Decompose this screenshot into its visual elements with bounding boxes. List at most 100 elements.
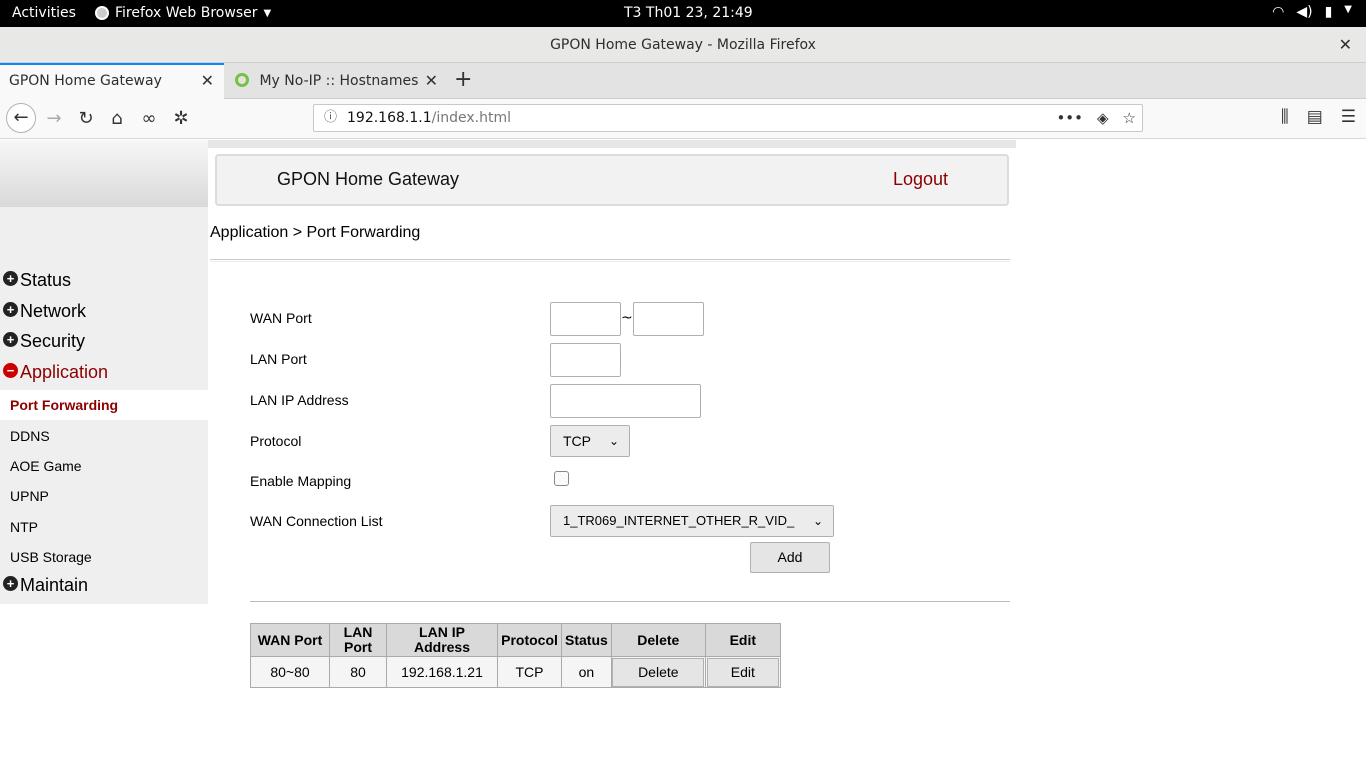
reload-icon[interactable]: ↻ [72, 105, 100, 133]
noip-favicon-icon [235, 73, 249, 87]
add-button[interactable]: Add [750, 542, 830, 573]
sidebar-group-status[interactable]: + Status [0, 270, 71, 291]
clock[interactable]: T3 Th01 23, 21:49 [624, 5, 753, 21]
column-header-protocol: Protocol [497, 623, 562, 657]
plus-icon: + [3, 271, 18, 286]
sidebar-header [0, 140, 208, 207]
protocol-label: Protocol [250, 433, 302, 449]
system-top-bar: Activities Firefox Web Browser ▼ T3 Th01… [0, 0, 1366, 27]
enable-mapping-checkbox[interactable] [554, 471, 569, 486]
sidebar-group-maintain[interactable]: + Maintain [0, 575, 88, 596]
tab-bar: GPON Home Gateway ✕ My No-IP :: Hostname… [0, 63, 1366, 99]
volume-icon: ◀) [1296, 4, 1313, 20]
page-header: GPON Home Gateway Logout [208, 140, 1016, 213]
web-page: + Status + Network + Security − Application … [0, 140, 1366, 768]
table-row: 80~80 80 192.168.1.21 TCP on Delete Edit [250, 656, 781, 688]
port-forwarding-table: WAN Port LAN Port LAN IP Address Protoco… [250, 623, 781, 688]
app-menu-label: Firefox Web Browser [115, 5, 258, 21]
home-icon[interactable]: ⌂ [103, 105, 131, 133]
close-tab-icon[interactable]: ✕ [425, 63, 438, 99]
sidebar-group-security[interactable]: + Security [0, 331, 85, 352]
divider [250, 601, 1010, 602]
cell-lan-port: 80 [329, 656, 387, 688]
sidebar-toggle-icon[interactable]: ▤ [1307, 107, 1323, 127]
page-title: GPON Home Gateway [277, 169, 460, 189]
divider [210, 259, 1010, 262]
sidebar-item-ddns[interactable]: DDNS [0, 421, 208, 451]
column-header-lan-port-text: LAN Port [343, 624, 373, 655]
window-title: GPON Home Gateway - Mozilla Firefox [550, 37, 816, 53]
lan-port-label: LAN Port [250, 351, 307, 367]
cell-edit: Edit [704, 656, 781, 688]
system-tray[interactable]: ◠ ◀) ▮ ▼ [1272, 4, 1352, 20]
wan-connection-select[interactable]: 1_TR069_INTERNET_OTHER_R_VID_ ⌄ [550, 505, 834, 537]
private-mask-icon[interactable]: ∞ [135, 105, 163, 133]
url-path: /index.html [431, 110, 511, 126]
tab-label: GPON Home Gateway [9, 73, 162, 89]
header-panel: GPON Home Gateway Logout [215, 154, 1009, 206]
delete-button[interactable]: Delete [612, 657, 705, 687]
plus-icon: + [3, 302, 18, 317]
battery-icon: ▮ [1324, 4, 1333, 20]
wan-port-end-input[interactable] [633, 302, 704, 336]
tab-gpon-home-gateway[interactable]: GPON Home Gateway ✕ [0, 63, 224, 99]
chevron-down-icon: ⌄ [812, 514, 823, 528]
cell-delete: Delete [610, 656, 706, 688]
caret-down-icon: ▼ [263, 7, 272, 19]
column-header-lan-ip: LAN IP Address [386, 623, 498, 657]
minus-icon: − [3, 363, 18, 378]
close-tab-icon[interactable]: ✕ [201, 65, 214, 97]
cell-lan-ip: 192.168.1.21 [386, 656, 498, 688]
wifi-icon: ◠ [1272, 4, 1285, 20]
protocol-select-value: TCP [563, 433, 591, 449]
lan-ip-input[interactable] [550, 384, 701, 418]
page-actions-icon[interactable]: ••• [1056, 105, 1083, 131]
table-header-row: WAN Port LAN Port LAN IP Address Protoco… [250, 623, 781, 657]
close-window-icon[interactable]: ✕ [1339, 27, 1352, 63]
protocol-select[interactable]: TCP ⌄ [550, 425, 630, 457]
gear-icon[interactable]: ✲ [167, 105, 195, 133]
sidebar-group-label: Status [20, 270, 72, 290]
column-header-wan-port: WAN Port [250, 623, 330, 657]
logout-link[interactable]: Logout [893, 169, 948, 190]
sidebar-item-port-forwarding[interactable]: Port Forwarding [0, 390, 208, 420]
url-bar[interactable]: ⓘ 192.168.1.1/index.html ••• ◈ ☆ [313, 104, 1143, 132]
wan-connection-select-value: 1_TR069_INTERNET_OTHER_R_VID_ [563, 513, 795, 528]
sidebar-group-label: Application [20, 362, 109, 382]
cell-status: on [561, 656, 612, 688]
hamburger-menu-icon[interactable]: ☰ [1341, 107, 1356, 127]
wan-port-label: WAN Port [250, 310, 312, 326]
bookmark-star-icon[interactable]: ☆ [1123, 105, 1136, 131]
sidebar-group-label: Network [20, 301, 87, 321]
forward-arrow-icon[interactable]: → [40, 105, 68, 133]
sidebar-group-label: Security [20, 331, 86, 351]
back-arrow-icon[interactable]: ← [6, 103, 36, 133]
edit-button[interactable]: Edit [706, 657, 779, 687]
sidebar-group-label: Maintain [20, 575, 89, 595]
sidebar-item-aoe-game[interactable]: AOE Game [0, 451, 208, 481]
tab-label: My No-IP :: Hostnames [259, 73, 419, 89]
sidebar-group-application[interactable]: − Application [0, 362, 108, 383]
cell-wan-port: 80~80 [250, 656, 330, 688]
navigation-toolbar: ← → ↻ ⌂ ∞ ✲ ⓘ 192.168.1.1/index.html •••… [0, 99, 1366, 139]
firefox-icon [95, 6, 109, 20]
library-icon[interactable]: ⫼ [1281, 107, 1289, 127]
tab-no-ip-hostnames[interactable]: My No-IP :: Hostnames ✕ [225, 63, 448, 99]
plus-icon: + [3, 576, 18, 591]
wan-connection-label: WAN Connection List [250, 513, 383, 529]
activities-button[interactable]: Activities [12, 5, 76, 21]
new-tab-icon[interactable]: + [454, 67, 472, 92]
cell-protocol: TCP [497, 656, 562, 688]
wan-port-start-input[interactable] [550, 302, 621, 336]
sidebar-group-network[interactable]: + Network [0, 301, 86, 322]
window-titlebar: GPON Home Gateway - Mozilla Firefox ✕ [0, 27, 1366, 63]
sidebar-item-ntp[interactable]: NTP [0, 512, 208, 542]
pocket-icon[interactable]: ◈ [1097, 105, 1109, 131]
lan-port-input[interactable] [550, 343, 621, 377]
column-header-status: Status [561, 623, 612, 657]
sidebar-item-usb-storage[interactable]: USB Storage [0, 542, 208, 572]
sidebar-item-upnp[interactable]: UPNP [0, 481, 208, 511]
app-menu[interactable]: Firefox Web Browser ▼ [95, 5, 271, 21]
info-icon[interactable]: ⓘ [324, 105, 337, 131]
column-header-delete: Delete [610, 623, 706, 657]
